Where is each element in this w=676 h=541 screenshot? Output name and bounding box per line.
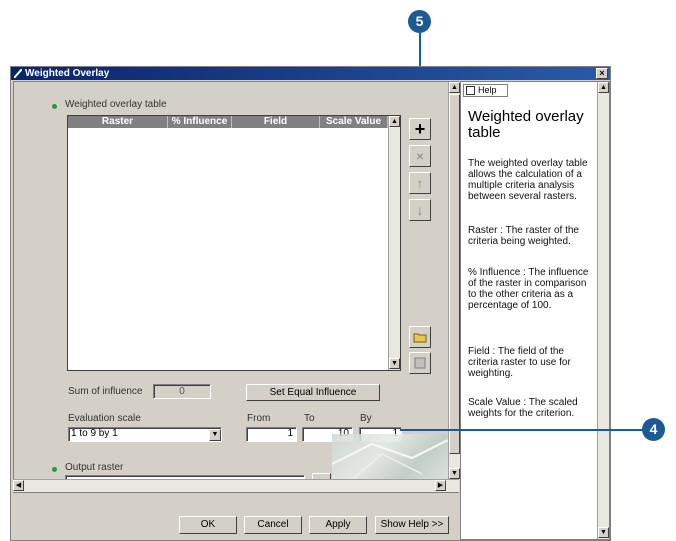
add-raster-button[interactable]: + xyxy=(409,118,431,140)
sum-of-influence-value: 0 xyxy=(153,384,211,399)
help-scrollbar[interactable]: ▲ ▼ xyxy=(597,82,609,539)
evaluation-scale-label: Evaluation scale xyxy=(68,413,141,424)
open-table-button[interactable] xyxy=(409,326,431,348)
table-scroll-down-icon[interactable]: ▼ xyxy=(389,358,400,369)
column-header-scale-value[interactable]: Scale Value xyxy=(320,116,388,128)
sum-of-influence-label: Sum of influence xyxy=(68,386,143,397)
help-paragraph: The weighted overlay table allows the ca… xyxy=(468,158,588,202)
help-paragraph: Scale Value : The scaled weights for the… xyxy=(468,397,578,419)
scroll-left-icon[interactable]: ◀ xyxy=(13,480,24,491)
by-label: By xyxy=(360,413,372,424)
save-table-button[interactable] xyxy=(409,352,431,374)
window-title: Weighted Overlay xyxy=(25,68,110,79)
ok-button[interactable]: OK xyxy=(179,516,237,534)
weighted-overlay-table[interactable]: Raster % Influence Field Scale Value ▲ ▼ xyxy=(67,115,401,371)
move-up-button[interactable]: ↑ xyxy=(409,172,431,194)
from-label: From xyxy=(247,413,271,424)
help-pane: Help Weighted overlay table The weighted… xyxy=(460,81,610,540)
weighted-overlay-dialog: Weighted Overlay × Weighted overlay tabl… xyxy=(10,66,611,541)
scroll-right-icon[interactable]: ▶ xyxy=(435,480,446,491)
help-scroll-down-icon[interactable]: ▼ xyxy=(598,527,609,538)
help-paragraph: Field : The field of the criteria raster… xyxy=(468,346,571,379)
close-button[interactable]: × xyxy=(596,68,608,79)
weighted-overlay-table-label: Weighted overlay table xyxy=(65,99,167,110)
help-paragraph: % Influence : The influence of the raste… xyxy=(468,267,589,311)
required-bullet-icon xyxy=(52,104,57,109)
column-header-influence[interactable]: % Influence xyxy=(168,116,232,128)
move-down-button[interactable]: ↓ xyxy=(409,199,431,221)
callout-4: 4 xyxy=(642,418,665,441)
pane-horizontal-scrollbar[interactable]: ◀ ▶ xyxy=(13,479,459,492)
chevron-down-icon[interactable]: ▼ xyxy=(209,429,221,441)
show-help-button[interactable]: Show Help >> xyxy=(375,516,449,534)
scroll-down-icon[interactable]: ▼ xyxy=(449,468,460,479)
apply-button[interactable]: Apply xyxy=(309,516,367,534)
remove-raster-button[interactable]: × xyxy=(409,145,431,167)
column-header-field[interactable]: Field xyxy=(232,116,320,128)
parameters-pane: Weighted overlay table Raster % Influenc… xyxy=(13,81,460,493)
folder-icon xyxy=(413,333,427,343)
help-book-icon xyxy=(466,86,475,95)
pane-vertical-scrollbar[interactable]: ▲ ▼ xyxy=(448,82,460,480)
map-graphic xyxy=(331,434,449,481)
vertical-scroll-thumb[interactable] xyxy=(449,94,460,454)
help-tab-label: Help xyxy=(478,85,497,95)
from-input[interactable]: 1 xyxy=(246,427,297,442)
callout-5: 5 xyxy=(408,10,431,33)
table-scrollbar[interactable]: ▲ ▼ xyxy=(388,116,400,370)
evaluation-scale-value: 1 to 9 by 1 xyxy=(71,428,118,439)
set-equal-influence-button[interactable]: Set Equal Influence xyxy=(246,384,380,401)
column-header-raster[interactable]: Raster xyxy=(68,116,168,128)
title-bar: Weighted Overlay xyxy=(11,67,610,80)
cancel-button[interactable]: Cancel xyxy=(244,516,302,534)
tool-icon xyxy=(13,68,23,79)
callout-4-leader xyxy=(400,429,644,431)
save-icon xyxy=(414,357,426,369)
help-paragraph: Raster : The raster of the criteria bein… xyxy=(468,225,579,247)
required-bullet-icon xyxy=(52,467,57,472)
to-label: To xyxy=(304,413,315,424)
help-title: Weighted overlay table xyxy=(468,108,584,141)
help-scroll-up-icon[interactable]: ▲ xyxy=(598,82,609,93)
output-raster-label: Output raster xyxy=(65,462,124,473)
table-scroll-up-icon[interactable]: ▲ xyxy=(389,116,400,127)
evaluation-scale-select[interactable]: 1 to 9 by 1 xyxy=(68,427,222,442)
scroll-up-icon[interactable]: ▲ xyxy=(449,82,460,93)
